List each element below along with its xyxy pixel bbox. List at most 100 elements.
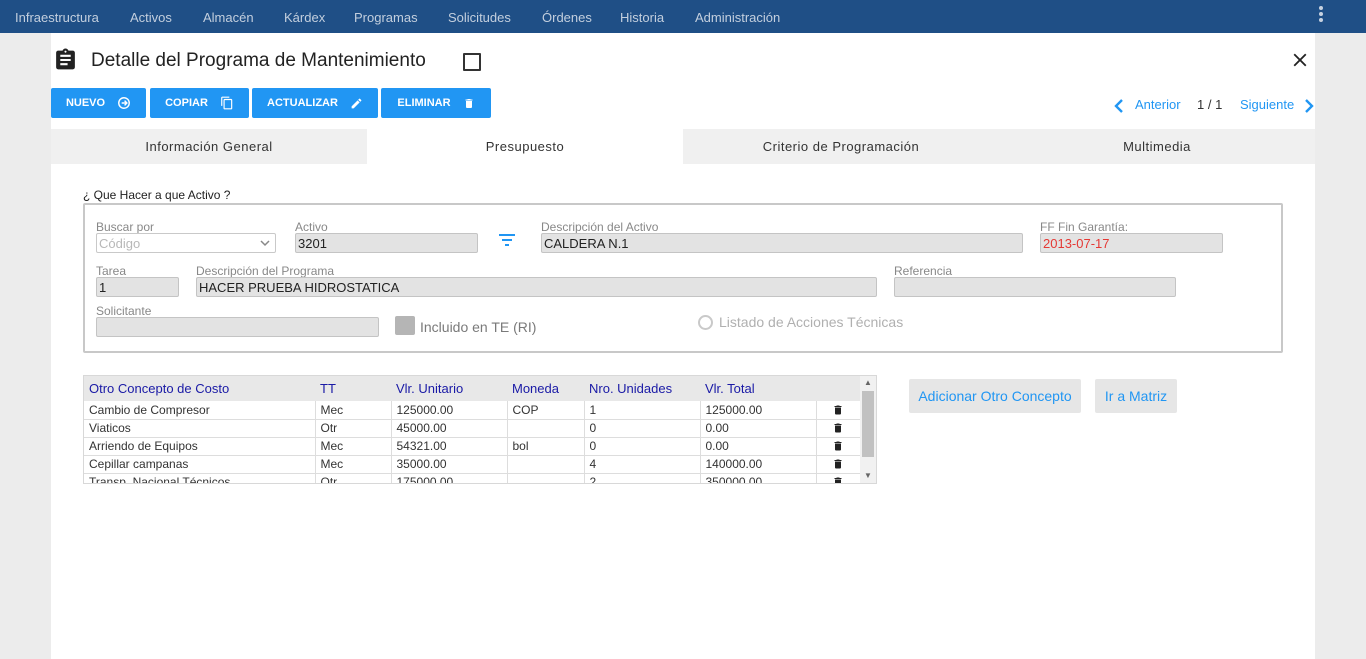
- col-header-concepto[interactable]: Otro Concepto de Costo: [84, 376, 315, 401]
- listado-acciones-radio[interactable]: [698, 315, 713, 330]
- siguiente-link[interactable]: Siguiente: [1240, 97, 1294, 112]
- nav-ordenes[interactable]: Órdenes: [542, 10, 592, 25]
- cell-tt[interactable]: Otr: [315, 473, 392, 483]
- table-row[interactable]: Viaticos Otr 45000.00 0 0.00: [84, 419, 860, 438]
- cell-nro-unidades[interactable]: 4: [584, 455, 701, 474]
- tab-informacion-general[interactable]: Información General: [51, 129, 367, 164]
- trash-icon[interactable]: [832, 457, 844, 471]
- cell-tt[interactable]: Mec: [315, 401, 392, 420]
- cell-nro-unidades[interactable]: 1: [584, 401, 701, 420]
- cell-delete: [816, 437, 860, 456]
- nav-administracion[interactable]: Administración: [695, 10, 780, 25]
- top-navigation: Infraestructura Activos Almacén Kárdex P…: [0, 0, 1366, 33]
- cell-vlr-unitario[interactable]: 175000.00: [391, 473, 508, 483]
- table-row[interactable]: Arriendo de Equipos Mec 54321.00 bol 0 0…: [84, 437, 860, 456]
- tab-presupuesto[interactable]: Presupuesto: [367, 129, 683, 164]
- add-circle-icon: [118, 97, 131, 109]
- solicitante-field[interactable]: [96, 317, 379, 337]
- col-header-nro-unidades[interactable]: Nro. Unidades: [584, 376, 700, 401]
- nav-programas[interactable]: Programas: [354, 10, 418, 25]
- chevron-left-icon[interactable]: [1113, 98, 1125, 114]
- tab-bar: Información General Presupuesto Criterio…: [51, 129, 1315, 164]
- copy-icon: [221, 96, 233, 110]
- cell-nro-unidades[interactable]: 2: [584, 473, 701, 483]
- desc-programa-field[interactable]: HACER PRUEBA HIDROSTATICA: [196, 277, 877, 297]
- table-row[interactable]: Cepillar campanas Mec 35000.00 4 140000.…: [84, 455, 860, 474]
- incluido-te-checkbox[interactable]: [395, 316, 415, 335]
- eliminar-button[interactable]: ELIMINAR: [381, 88, 491, 118]
- cell-moneda[interactable]: bol: [507, 437, 585, 456]
- trash-icon[interactable]: [832, 403, 844, 417]
- chevron-right-icon[interactable]: [1303, 98, 1315, 114]
- buscar-por-label: Buscar por: [96, 220, 155, 234]
- table-scrollbar[interactable]: ▲ ▼: [860, 376, 876, 483]
- eliminar-label: ELIMINAR: [397, 97, 451, 109]
- table-header-row: Otro Concepto de Costo TT Vlr. Unitario …: [84, 376, 860, 401]
- nav-infraestructura[interactable]: Infraestructura: [15, 10, 99, 25]
- close-icon[interactable]: [1289, 49, 1311, 71]
- nav-historia[interactable]: Historia: [620, 10, 664, 25]
- more-vert-icon[interactable]: [1318, 6, 1324, 24]
- cell-tt[interactable]: Otr: [315, 419, 392, 438]
- trash-icon: [465, 98, 473, 108]
- cell-concepto[interactable]: Cepillar campanas: [84, 455, 316, 474]
- trash-icon[interactable]: [832, 439, 844, 453]
- buscar-por-placeholder: Código: [99, 236, 141, 251]
- cell-vlr-unitario[interactable]: 45000.00: [391, 419, 508, 438]
- cell-concepto[interactable]: Arriendo de Equipos: [84, 437, 316, 456]
- scroll-down-icon[interactable]: ▼: [864, 471, 872, 480]
- cell-moneda[interactable]: COP: [507, 401, 585, 420]
- cell-nro-unidades[interactable]: 0: [584, 437, 701, 456]
- actualizar-button[interactable]: ACTUALIZAR: [252, 88, 378, 118]
- col-header-tt[interactable]: TT: [315, 376, 391, 401]
- cell-nro-unidades[interactable]: 0: [584, 419, 701, 438]
- ir-a-matriz-button[interactable]: Ir a Matriz: [1095, 379, 1177, 413]
- listado-acciones-label: Listado de Acciones Técnicas: [719, 314, 904, 330]
- referencia-field[interactable]: [894, 277, 1176, 297]
- col-header-vlr-unitario[interactable]: Vlr. Unitario: [391, 376, 507, 401]
- cell-vlr-total: 0.00: [700, 437, 817, 456]
- copiar-button[interactable]: COPIAR: [150, 88, 249, 118]
- cell-moneda[interactable]: [507, 473, 585, 483]
- cell-concepto[interactable]: Viaticos: [84, 419, 316, 438]
- cell-vlr-unitario[interactable]: 54321.00: [391, 437, 508, 456]
- page-position: 1 / 1: [1197, 97, 1223, 112]
- filter-icon[interactable]: [497, 232, 517, 248]
- buscar-por-select[interactable]: Código: [96, 233, 276, 253]
- nuevo-button[interactable]: NUEVO: [51, 88, 146, 118]
- nav-almacen[interactable]: Almacén: [203, 10, 254, 25]
- title-checkbox[interactable]: [463, 53, 481, 71]
- activo-field[interactable]: 3201: [295, 233, 478, 253]
- tab-criterio-programacion[interactable]: Criterio de Programación: [683, 129, 999, 164]
- trash-icon[interactable]: [832, 421, 844, 435]
- table-row[interactable]: Cambio de Compresor Mec 125000.00 COP 1 …: [84, 401, 860, 420]
- col-header-moneda[interactable]: Moneda: [507, 376, 584, 401]
- nav-kardex[interactable]: Kárdex: [284, 10, 325, 25]
- anterior-link[interactable]: Anterior: [1135, 97, 1181, 112]
- ff-fin-garantia-field[interactable]: 2013-07-17: [1040, 233, 1223, 253]
- table-row[interactable]: Transp. Nacional Técnicos Otr 175000.00 …: [84, 473, 860, 484]
- nav-solicitudes[interactable]: Solicitudes: [448, 10, 511, 25]
- tarea-field[interactable]: 1: [96, 277, 179, 297]
- scroll-up-icon[interactable]: ▲: [864, 378, 872, 387]
- cell-delete: [816, 401, 860, 420]
- trash-icon[interactable]: [832, 475, 844, 484]
- cell-delete: [816, 419, 860, 438]
- cell-tt[interactable]: Mec: [315, 437, 392, 456]
- desc-activo-field[interactable]: CALDERA N.1: [541, 233, 1023, 253]
- cell-vlr-total: 125000.00: [700, 401, 817, 420]
- scrollbar-thumb[interactable]: [862, 391, 874, 457]
- adicionar-concepto-button[interactable]: Adicionar Otro Concepto: [909, 379, 1081, 413]
- cell-moneda[interactable]: [507, 455, 585, 474]
- desc-activo-label: Descripción del Activo: [541, 220, 659, 234]
- cell-concepto[interactable]: Cambio de Compresor: [84, 401, 316, 420]
- referencia-label: Referencia: [894, 264, 953, 278]
- nav-activos[interactable]: Activos: [130, 10, 172, 25]
- col-header-vlr-total[interactable]: Vlr. Total: [700, 376, 816, 401]
- cell-concepto[interactable]: Transp. Nacional Técnicos: [84, 473, 316, 483]
- tab-multimedia[interactable]: Multimedia: [999, 129, 1315, 164]
- cell-moneda[interactable]: [507, 419, 585, 438]
- cell-vlr-unitario[interactable]: 35000.00: [391, 455, 508, 474]
- cell-vlr-unitario[interactable]: 125000.00: [391, 401, 508, 420]
- cell-tt[interactable]: Mec: [315, 455, 392, 474]
